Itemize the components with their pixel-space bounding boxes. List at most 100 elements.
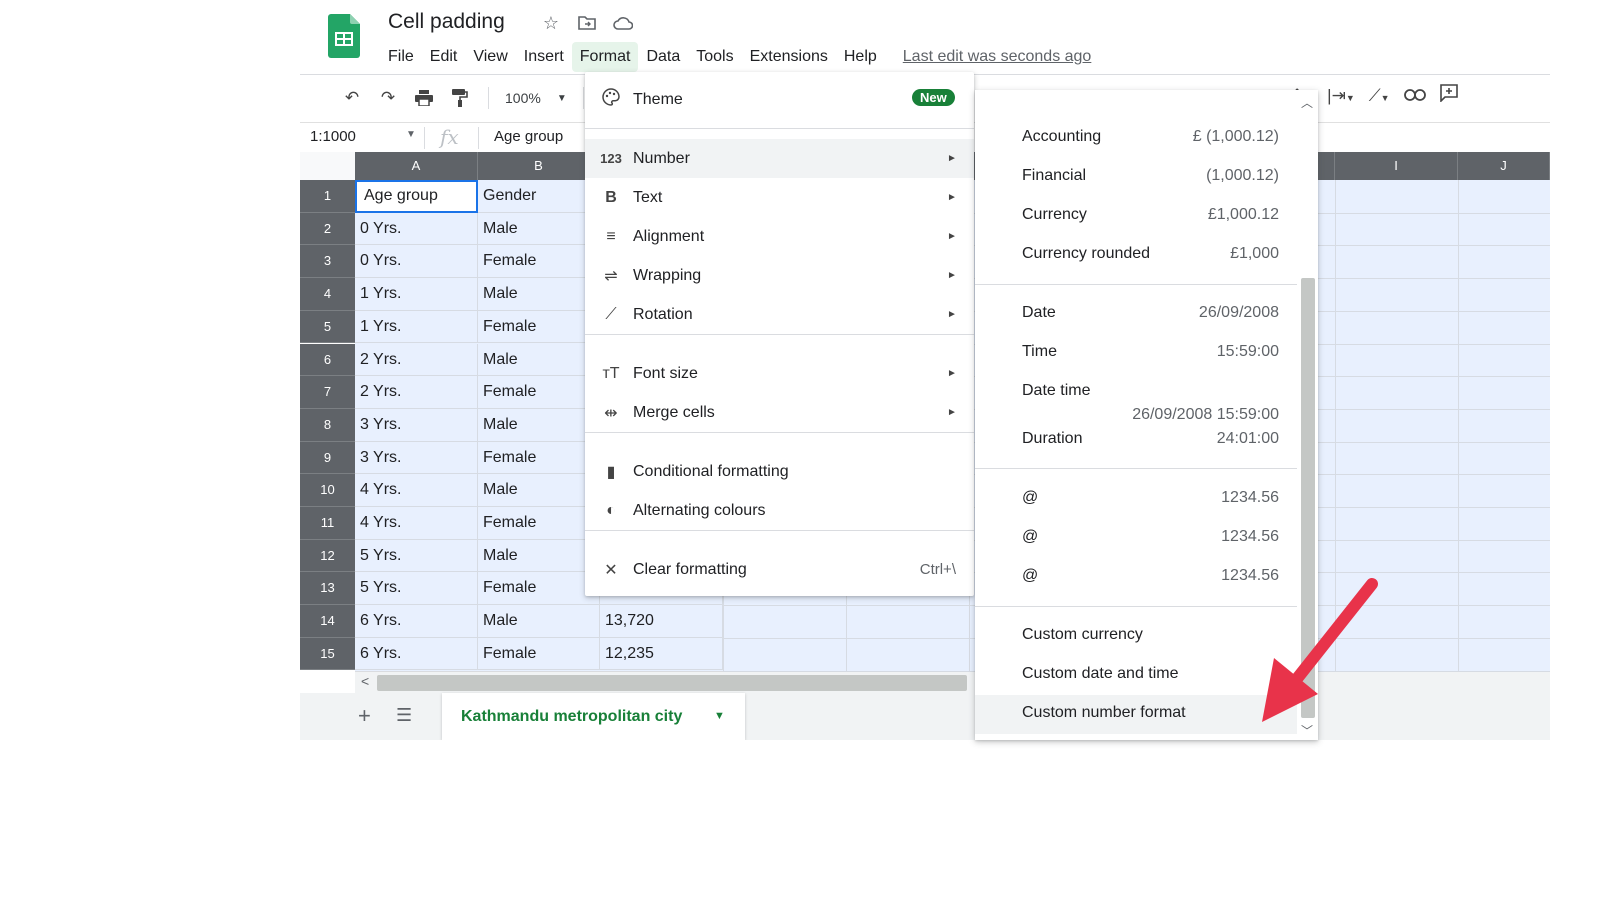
row-header[interactable]: 2 (300, 213, 355, 246)
table-cell[interactable]: Male (478, 213, 600, 246)
menu-tools[interactable]: Tools (688, 42, 741, 72)
format-option-financial[interactable]: Financial(1,000.12) (975, 158, 1297, 197)
table-cell[interactable]: Male (478, 474, 600, 507)
table-cell[interactable]: 2 Yrs. (355, 376, 478, 409)
menu-view[interactable]: View (465, 42, 515, 72)
table-cell[interactable]: 4 Yrs. (355, 507, 478, 540)
format-option-currency[interactable]: Currency£1,000.12 (975, 197, 1297, 236)
table-cell[interactable]: 2 Yrs. (355, 344, 478, 377)
star-icon[interactable]: ☆ (540, 12, 562, 34)
menu-item-alignment[interactable]: ≡Alignment► (585, 217, 974, 256)
menu-item-text[interactable]: BText► (585, 178, 974, 217)
chevron-down-icon[interactable]: ▼ (714, 693, 725, 740)
all-sheets-icon[interactable]: ☰ (396, 705, 412, 726)
table-cell[interactable]: Female (478, 638, 600, 671)
table-cell[interactable]: 5 Yrs. (355, 540, 478, 573)
row-header[interactable]: 12 (300, 540, 355, 573)
menu-item-wrapping[interactable]: ⇌Wrapping► (585, 256, 974, 295)
redo-icon[interactable]: ↷ (376, 86, 400, 110)
table-cell[interactable]: Male (478, 409, 600, 442)
table-cell[interactable]: 4 Yrs. (355, 474, 478, 507)
column-header-j[interactable]: J (1458, 152, 1550, 180)
name-box[interactable]: 1:1000 (310, 128, 356, 145)
table-cell[interactable]: 3 Yrs. (355, 442, 478, 475)
table-cell[interactable]: Gender (478, 180, 600, 213)
cloud-status-icon[interactable] (612, 12, 634, 34)
format-option-date-time[interactable]: Date time26/09/2008 15:59:00 (975, 373, 1297, 412)
print-icon[interactable] (412, 86, 436, 110)
menu-item-conditional-formatting[interactable]: ▮Conditional formatting (585, 452, 974, 491)
row-header[interactable]: 5 (300, 311, 355, 344)
format-option-duration[interactable]: Duration24:01:00 (975, 421, 1297, 460)
row-header[interactable]: 10 (300, 474, 355, 507)
format-option-time[interactable]: Time15:59:00 (975, 334, 1297, 373)
scrollbar-thumb[interactable] (377, 675, 967, 691)
zoom-select[interactable]: 100% ▼ (505, 90, 567, 106)
table-cell[interactable]: 3 Yrs. (355, 409, 478, 442)
format-option-custom-number-format[interactable]: Custom number format (975, 695, 1297, 734)
text-wrapping-icon[interactable]: |⇥▼ (1327, 86, 1355, 106)
menu-file[interactable]: File (380, 42, 422, 72)
undo-icon[interactable]: ↶ (340, 86, 364, 110)
table-cell[interactable]: 6 Yrs. (355, 638, 478, 671)
last-edit-link[interactable]: Last edit was seconds ago (903, 48, 1092, 66)
table-cell[interactable]: 0 Yrs. (355, 245, 478, 278)
table-cell[interactable]: Female (478, 507, 600, 540)
scroll-left-icon[interactable]: < (361, 673, 369, 689)
column-header-b[interactable]: B (478, 152, 600, 180)
row-header[interactable]: 7 (300, 376, 355, 409)
row-header[interactable]: 9 (300, 442, 355, 475)
table-cell[interactable]: Female (478, 572, 600, 605)
table-cell[interactable]: 13,720 (600, 605, 723, 638)
table-cell[interactable]: Male (478, 278, 600, 311)
insert-comment-icon[interactable] (1440, 84, 1458, 107)
table-cell[interactable]: 5 Yrs. (355, 572, 478, 605)
chevron-down-icon[interactable]: ▼ (406, 129, 416, 140)
menu-item-rotation[interactable]: ⟋Rotation► (585, 295, 974, 334)
sheet-tab[interactable]: Kathmandu metropolitan city ▼ (442, 693, 745, 740)
table-cell[interactable]: Male (478, 344, 600, 377)
menu-extensions[interactable]: Extensions (742, 42, 836, 72)
add-sheet-icon[interactable]: + (358, 703, 371, 729)
chevron-up-icon[interactable]: ︿ (1301, 94, 1313, 111)
menu-format[interactable]: Format (572, 42, 639, 72)
row-header[interactable]: 14 (300, 605, 355, 638)
table-cell[interactable]: 0 Yrs. (355, 213, 478, 246)
move-folder-icon[interactable] (576, 12, 598, 34)
row-header[interactable]: 15 (300, 638, 355, 671)
format-option-[interactable]: @1234.56 (975, 558, 1297, 597)
menu-item-merge-cells[interactable]: ⇹Merge cells► (585, 393, 974, 432)
row-header[interactable]: 11 (300, 507, 355, 540)
table-cell[interactable]: Female (478, 376, 600, 409)
select-all-corner[interactable] (300, 152, 356, 180)
table-cell[interactable]: 1 Yrs. (355, 278, 478, 311)
menu-item-clear-formatting[interactable]: ✕Clear formattingCtrl+\ (585, 550, 974, 589)
format-option-[interactable]: @1234.56 (975, 519, 1297, 558)
menu-item-alternating-colours[interactable]: ◐Alternating colours (585, 491, 974, 530)
table-cell[interactable]: Female (478, 245, 600, 278)
format-option-[interactable]: @1234.56 (975, 480, 1297, 519)
row-header[interactable]: 1 (300, 180, 355, 213)
row-header[interactable]: 4 (300, 278, 355, 311)
table-cell[interactable]: 6 Yrs. (355, 605, 478, 638)
table-cell[interactable]: Age group (355, 180, 478, 213)
menu-data[interactable]: Data (638, 42, 688, 72)
format-option-currency-rounded[interactable]: Currency rounded£1,000 (975, 236, 1297, 275)
table-cell[interactable]: Female (478, 311, 600, 344)
table-cell[interactable]: Male (478, 540, 600, 573)
row-header[interactable]: 3 (300, 245, 355, 278)
menu-help[interactable]: Help (836, 42, 885, 72)
text-rotation-icon[interactable]: ⟋▼ (1369, 86, 1390, 106)
column-header-a[interactable]: A (355, 152, 478, 180)
row-header[interactable]: 8 (300, 409, 355, 442)
format-option-custom-date-and-time[interactable]: Custom date and time (975, 656, 1297, 695)
format-option-accounting[interactable]: Accounting£ (1,000.12) (975, 119, 1297, 158)
table-cell[interactable]: Female (478, 442, 600, 475)
row-header[interactable]: 6 (300, 344, 355, 377)
sheets-logo-icon[interactable] (328, 14, 360, 58)
menu-insert[interactable]: Insert (516, 42, 572, 72)
table-cell[interactable]: 12,235 (600, 638, 723, 671)
document-title[interactable]: Cell padding (388, 10, 505, 34)
menu-item-font-size[interactable]: тTFont size► (585, 354, 974, 393)
menu-edit[interactable]: Edit (422, 42, 466, 72)
